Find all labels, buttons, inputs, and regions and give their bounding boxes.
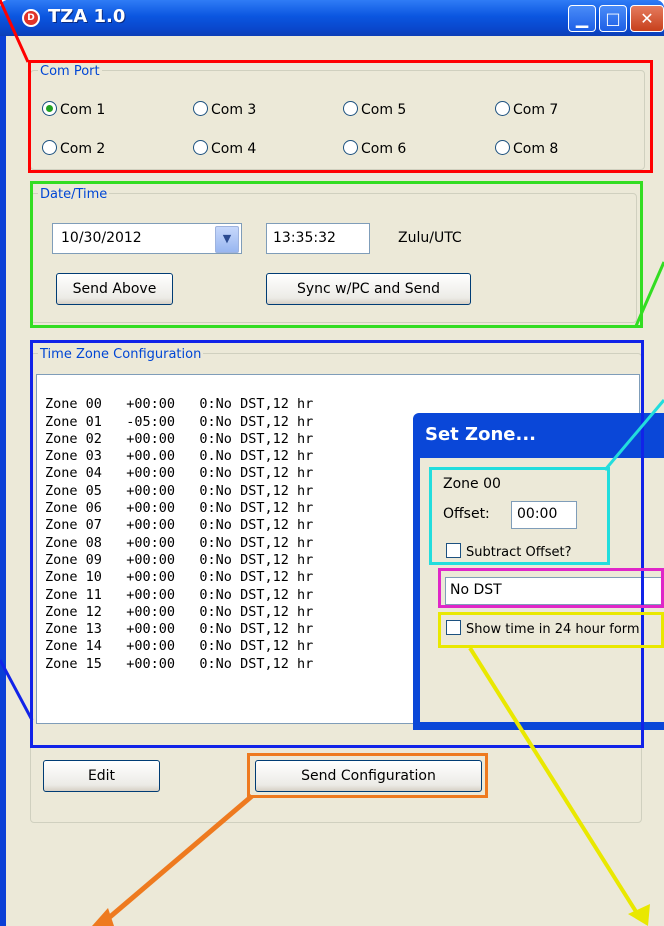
annotation-arrow-cyan xyxy=(603,399,664,471)
annotation-arrow-blue xyxy=(0,659,34,721)
annotation-arrow-green xyxy=(634,261,664,327)
annotation-arrow-red xyxy=(0,0,30,63)
annotation-arrows xyxy=(0,0,664,926)
annotation-arrow-yellow xyxy=(468,646,642,920)
annotation-arrow-orange xyxy=(102,794,254,924)
annotation-arrowhead-orange xyxy=(92,908,114,926)
